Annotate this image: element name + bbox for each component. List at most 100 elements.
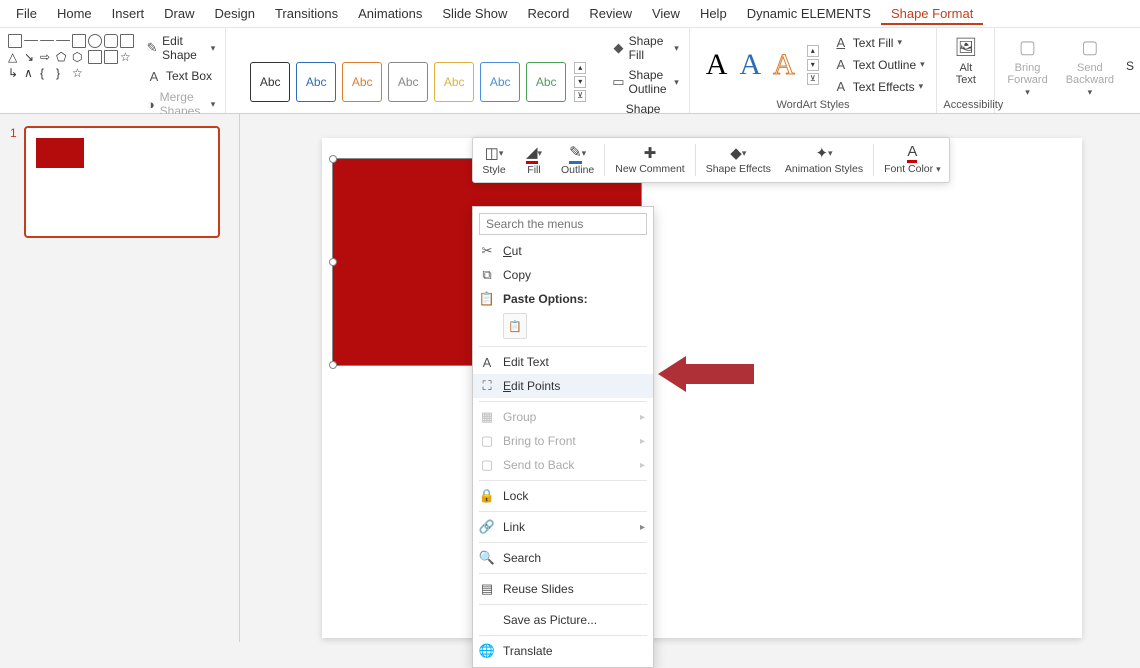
ribbon-group-wordart: A A A ▴ ▾ ⊻ AText Fill▾ AText Outline▾ A… — [690, 28, 938, 113]
tab-insert[interactable]: Insert — [102, 2, 155, 25]
gallery-up-icon[interactable]: ▴ — [807, 45, 819, 57]
tab-dynamic-elements[interactable]: Dynamic ELEMENTS — [737, 2, 881, 25]
mini-outline-button[interactable]: ✎▾Outline — [555, 142, 600, 178]
mini-shape-effects-button[interactable]: ◆▾Shape Effects — [700, 142, 777, 178]
paste-option-keep-text[interactable]: 📋 — [503, 313, 527, 339]
style-swatch[interactable]: Abc — [480, 62, 520, 102]
reuse-slides-icon: ▤ — [479, 581, 495, 597]
resize-handle[interactable] — [329, 155, 337, 163]
tab-design[interactable]: Design — [205, 2, 265, 25]
ctx-edit-points[interactable]: ⛶Edit Points — [473, 374, 653, 398]
menubar: File Home Insert Draw Design Transitions… — [0, 0, 1140, 28]
gallery-down-icon[interactable]: ▾ — [807, 59, 819, 71]
group-label-wordart: WordArt Styles — [696, 97, 931, 113]
style-gallery[interactable]: Abc Abc Abc Abc Abc Abc Abc ▴ ▾ ⊻ — [232, 62, 604, 102]
ctx-search[interactable]: 🔍Search — [473, 546, 653, 570]
alt-text-icon: 🖼 — [953, 34, 979, 60]
text-outline-label: Text Outline — [853, 58, 916, 72]
translate-icon: 🌐 — [479, 643, 495, 659]
style-swatch[interactable]: Abc — [526, 62, 566, 102]
search-icon: 🔍 — [479, 550, 495, 566]
tab-record[interactable]: Record — [517, 2, 579, 25]
mini-font-color-button[interactable]: AFont Color ▾ — [878, 142, 946, 178]
text-outline-button[interactable]: AText Outline▾ — [829, 55, 929, 75]
tab-file[interactable]: File — [6, 2, 47, 25]
tab-slide-show[interactable]: Slide Show — [432, 2, 517, 25]
bring-forward-icon: ▢ — [1015, 34, 1041, 60]
resize-handle[interactable] — [329, 258, 337, 266]
text-fill-button[interactable]: AText Fill▾ — [829, 33, 929, 53]
ctx-edit-text-label: Edit Text — [503, 355, 549, 369]
shape-outline-label: Shape Outline — [629, 68, 671, 96]
ctx-edit-points-label: Edit Points — [503, 379, 560, 393]
tab-view[interactable]: View — [642, 2, 690, 25]
gallery-up-icon[interactable]: ▴ — [574, 62, 586, 74]
edit-shape-button[interactable]: ✎Edit Shape▾ — [142, 32, 219, 64]
shape-fill-button[interactable]: ◆Shape Fill▾ — [608, 32, 683, 64]
gallery-more-icon[interactable]: ⊻ — [807, 73, 819, 85]
wordart-swatch[interactable]: A — [773, 48, 795, 82]
ctx-paste-options: 📋 Paste Options: — [473, 287, 653, 311]
ctx-cut[interactable]: ✂Cut — [473, 239, 653, 263]
edit-text-icon: A — [479, 354, 495, 370]
send-backward-label: Send Backward ▾ — [1066, 62, 1114, 98]
slide-thumbnail[interactable] — [24, 126, 220, 238]
gallery-more-icon[interactable]: ⊻ — [574, 90, 586, 102]
edit-shape-label: Edit Shape — [162, 34, 207, 62]
ctx-link-label: Link — [503, 520, 525, 534]
text-effects-icon: A — [833, 79, 849, 95]
merge-shapes-icon: ◑ — [146, 96, 156, 112]
mini-animation-styles-button[interactable]: ✦▾Animation Styles — [779, 142, 869, 178]
ctx-bring-front: ▢Bring to Front▸ — [473, 429, 653, 453]
ctx-edit-text[interactable]: A Edit Text — [473, 350, 653, 374]
style-swatch[interactable]: Abc — [434, 62, 474, 102]
mini-fill-button[interactable]: ◢▾Fill — [515, 142, 553, 178]
text-box-button[interactable]: AText Box — [142, 66, 219, 86]
style-swatch[interactable]: Abc — [296, 62, 336, 102]
ctx-paste-label: Paste Options: — [503, 292, 588, 306]
text-box-icon: A — [146, 68, 162, 84]
tab-shape-format[interactable]: Shape Format — [881, 2, 983, 25]
style-swatch[interactable]: Abc — [250, 62, 290, 102]
ctx-lock[interactable]: 🔒Lock — [473, 484, 653, 508]
wordart-swatch[interactable]: A — [739, 48, 761, 82]
ctx-reuse-slides[interactable]: ▤Reuse Slides — [473, 577, 653, 601]
mini-style-button[interactable]: ◫▾Style — [475, 142, 513, 178]
ctx-send-back: ▢Send to Back▸ — [473, 453, 653, 477]
style-icon: ◫▾ — [484, 144, 504, 162]
tab-draw[interactable]: Draw — [154, 2, 204, 25]
slide-number: 1 — [10, 126, 17, 140]
tab-transitions[interactable]: Transitions — [265, 2, 348, 25]
ctx-bring-front-label: Bring to Front — [503, 434, 576, 448]
gallery-down-icon[interactable]: ▾ — [574, 76, 586, 88]
lock-icon: 🔒 — [479, 488, 495, 504]
ctx-save-picture[interactable]: Save as Picture... — [473, 608, 653, 632]
paste-icon: 📋 — [479, 291, 495, 307]
shape-outline-button[interactable]: ▭Shape Outline▾ — [608, 66, 683, 98]
context-search-input[interactable] — [479, 213, 647, 235]
new-comment-icon: ✚ — [640, 144, 660, 162]
send-backward-button: ▢ Send Backward ▾ — [1060, 32, 1120, 100]
tab-animations[interactable]: Animations — [348, 2, 432, 25]
wordart-swatch[interactable]: A — [706, 48, 728, 82]
ctx-translate[interactable]: 🌐Translate — [473, 639, 653, 663]
resize-handle[interactable] — [329, 361, 337, 369]
style-swatch[interactable]: Abc — [342, 62, 382, 102]
copy-icon: ⧉ — [479, 267, 495, 283]
mini-new-comment-button[interactable]: ✚New Comment — [609, 142, 690, 178]
ribbon-overflow: S — [1126, 59, 1134, 73]
slide-canvas[interactable]: ⟳ ◫▾Style ◢▾Fill ✎▾Outline ✚New Comment … — [240, 114, 1140, 642]
shape-effects-icon: ◆▾ — [728, 144, 748, 162]
wordart-gallery[interactable]: A A A ▴ ▾ ⊻ — [696, 41, 829, 89]
ctx-group: ▦Group▸ — [473, 405, 653, 429]
tab-home[interactable]: Home — [47, 2, 102, 25]
alt-text-button[interactable]: 🖼 Alt Text — [943, 32, 988, 88]
text-fill-label: Text Fill — [853, 36, 894, 50]
shape-gallery[interactable]: △↘⇨⬠⬡☆ ↳∧{}☆ — [6, 32, 136, 82]
tab-review[interactable]: Review — [579, 2, 642, 25]
ctx-copy[interactable]: ⧉Copy — [473, 263, 653, 287]
tab-help[interactable]: Help — [690, 2, 737, 25]
ctx-link[interactable]: 🔗Link▸ — [473, 515, 653, 539]
style-swatch[interactable]: Abc — [388, 62, 428, 102]
text-effects-button[interactable]: AText Effects▾ — [829, 77, 929, 97]
